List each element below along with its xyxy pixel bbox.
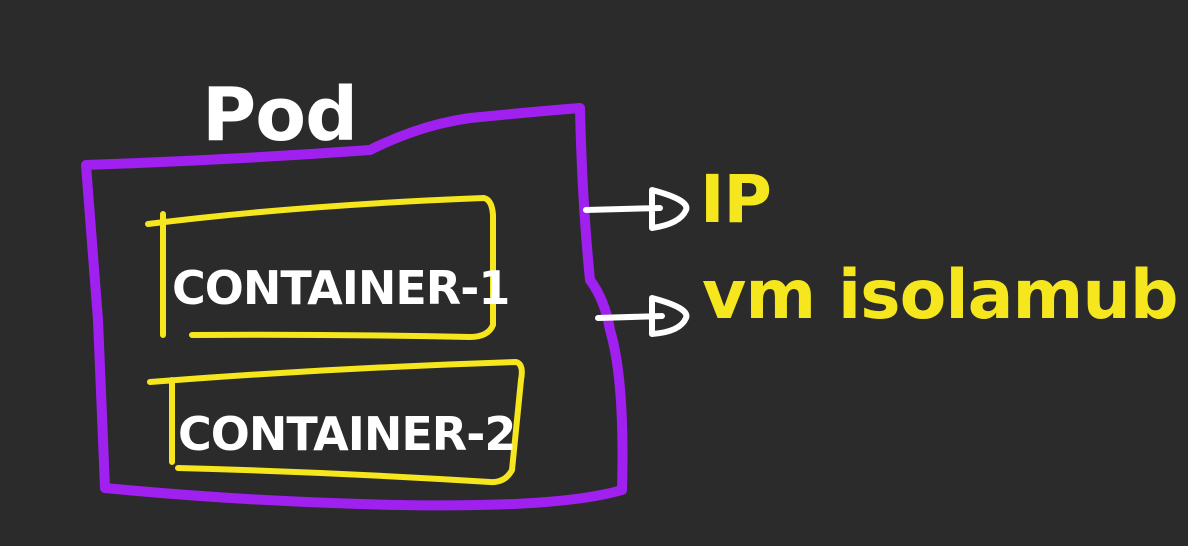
annotation-ip: IP [700,161,771,238]
pod-diagram: Pod CONTAINER-1 CONTAINER-2 IP vm isolam… [0,0,1188,546]
container-1-label: CONTAINER-1 [172,261,509,315]
annotation-isolation: vm isolamub [702,256,1178,335]
container-2-label: CONTAINER-2 [178,407,515,461]
pod-label: Pod [202,72,357,158]
